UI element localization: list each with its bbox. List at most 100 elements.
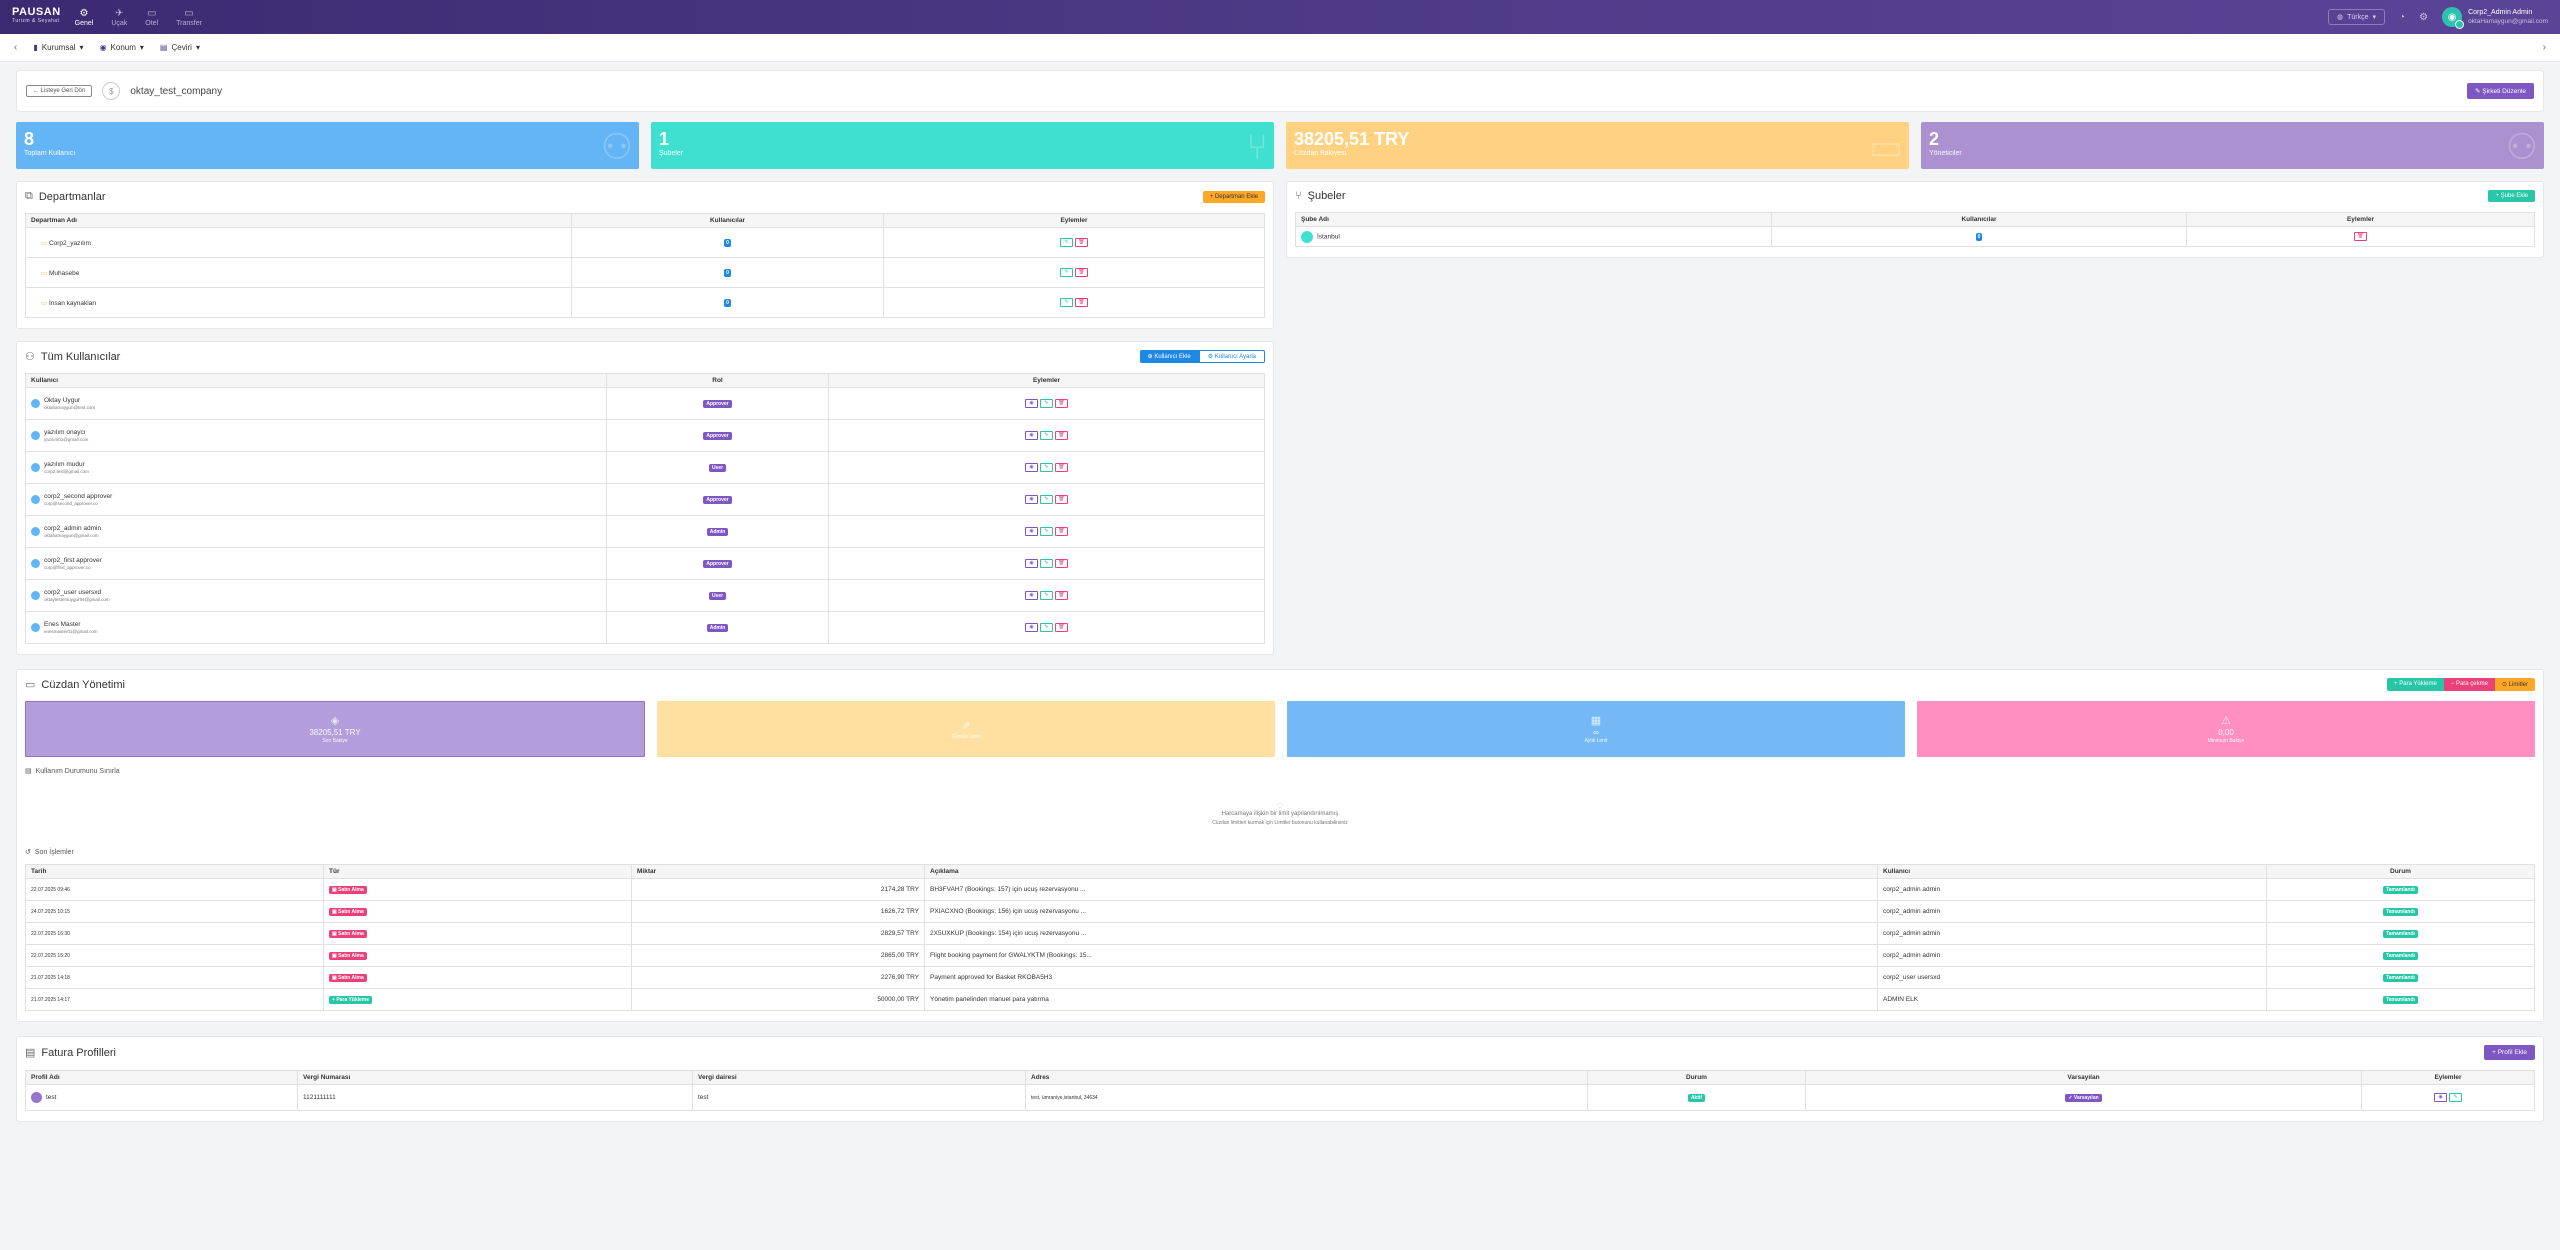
role-cell: Admin: [606, 515, 829, 548]
edit-button[interactable]: ✎: [2449, 1093, 2462, 1102]
nav-item-genel[interactable]: ⚙ Genel: [75, 8, 94, 27]
edit-button[interactable]: ✎: [1040, 431, 1053, 440]
table-row: test 1121111111 test test, ümraniye,istanbu…: [25, 1084, 2535, 1111]
user-menu[interactable]: ◉ Corp2_Admin Admin oktaHamaygun@gmail.co…: [2442, 7, 2548, 29]
edit-button[interactable]: ✎: [1040, 623, 1053, 632]
delete-button[interactable]: 🗑: [1055, 431, 1068, 440]
view-button[interactable]: ◉: [1025, 591, 1038, 600]
role-cell: Approver: [606, 387, 829, 420]
delete-button[interactable]: 🗑: [1055, 463, 1068, 472]
edit-button[interactable]: ✎: [1040, 527, 1053, 536]
delete-button[interactable]: 🗑: [1055, 559, 1068, 568]
type-label: Satın Alma: [338, 952, 364, 959]
menu-kurumsal[interactable]: ▮ Kurumsal ▾: [33, 43, 83, 52]
edit-company-button[interactable]: ✎ Şirketi Düzenle: [2467, 83, 2534, 99]
brand-logo[interactable]: PAUSAN Turizm & Seyahat: [12, 7, 61, 26]
table-row: 22.07.2025 09:46 ▣ Satın Alma 2174,28 TRY B…: [25, 878, 2535, 901]
default-badge: ✓ Varsayılan: [2065, 1093, 2102, 1102]
edit-button[interactable]: ✎: [1040, 495, 1053, 504]
menu-ceviri[interactable]: ▤ Çeviri ▾: [160, 43, 200, 52]
gear-icon: ⚙: [79, 7, 89, 19]
wallet-icon: ▭: [25, 679, 36, 691]
user-cell: corp2_user usersxd: [1877, 966, 2267, 989]
status-badge: Tamamlandı: [2383, 995, 2418, 1004]
delete-button[interactable]: 🗑: [1075, 268, 1088, 277]
arrow-left-icon[interactable]: ‹: [14, 42, 17, 53]
table-row: corp2_admin admin oktahamaygun@gmail.com A…: [25, 515, 1265, 548]
add-profile-button[interactable]: + Profil Ekle: [2484, 1045, 2535, 1060]
column-header: Kullanıcı: [1877, 864, 2267, 879]
empty-message: Harcamaya ilişkin bir limit yapılandırıl…: [1221, 811, 1339, 817]
assign-user-button[interactable]: ⚙ Kullanıcı Ayarla: [1198, 350, 1265, 363]
plane-icon: ✈: [115, 7, 124, 19]
delete-button[interactable]: 🗑: [1075, 298, 1088, 307]
amount-cell: 2829,57 TRY: [631, 922, 925, 945]
nav-item-otel[interactable]: ▭ Otel: [145, 8, 158, 27]
arrow-right-icon[interactable]: ›: [2543, 42, 2546, 53]
edit-button[interactable]: ✎: [1060, 238, 1073, 247]
deposit-button[interactable]: + Para Yükleme: [2387, 678, 2444, 691]
delete-button[interactable]: 🗑: [1055, 527, 1068, 536]
edit-button[interactable]: ✎: [1040, 559, 1053, 568]
tx-date: 21.07.2025 14:18: [31, 974, 70, 981]
date-cell: 22.07.2025 09:46: [25, 878, 324, 901]
bell-icon[interactable]: ◔: [2399, 12, 2405, 23]
add-branch-button[interactable]: + Şube Ekle: [2488, 190, 2535, 202]
user-shield-icon: ⚇: [2505, 126, 2538, 167]
delete-button[interactable]: 🗑: [1055, 495, 1068, 504]
users-icon: ⚇: [25, 351, 35, 363]
delete-button[interactable]: 🗑: [1075, 238, 1088, 247]
view-button[interactable]: ◉: [1025, 527, 1038, 536]
usage-title: Kullanım Durumunu Sınırla: [35, 767, 120, 775]
delete-button[interactable]: 🗑: [2354, 232, 2367, 241]
view-button[interactable]: ◉: [2434, 1093, 2447, 1102]
stat-value: 8: [24, 129, 35, 149]
table-row: 22.07.2025 16:30 ▣ Satın Alma 2829,57 TRY 2…: [25, 922, 2535, 945]
user-name: yazılım mudur: [44, 460, 85, 468]
tx-user: corp2_admin admin: [1883, 930, 1941, 937]
edit-button[interactable]: ✎: [1060, 268, 1073, 277]
tx-user: corp2_user usersxd: [1883, 974, 1941, 981]
status-cell: Tamamlandı: [2266, 878, 2535, 901]
settings-icon[interactable]: ⚙: [2419, 12, 2428, 23]
actions-cell: ◉ ✎ 🗑: [828, 547, 1265, 580]
column-header: Tarih: [25, 864, 324, 879]
user-cell: corp2_admin admin: [1877, 878, 2267, 901]
view-button[interactable]: ◉: [1025, 463, 1038, 472]
edit-button[interactable]: ✎: [1040, 591, 1053, 600]
view-button[interactable]: ◉: [1025, 495, 1038, 504]
tx-date: 22.07.2025 15:20: [31, 952, 70, 959]
add-department-button[interactable]: + Departman Ekle: [1202, 190, 1265, 203]
nav-item-label: Otel: [145, 19, 159, 27]
user-info: corp2_second approver corp@second_approve…: [44, 493, 112, 507]
actions-cell: ◉ ✎ 🗑: [828, 579, 1265, 612]
user-name: corp2_first approver: [44, 556, 102, 564]
user-cog-icon: ⚙: [1207, 354, 1215, 360]
view-button[interactable]: ◉: [1025, 399, 1038, 408]
delete-button[interactable]: 🗑: [1055, 623, 1068, 632]
limits-button[interactable]: ⊙ Limitler: [2494, 678, 2535, 691]
nav-item-uçak[interactable]: ✈ Uçak: [111, 8, 127, 27]
description-cell: Yönetim panelinden manuel para yatırma: [924, 988, 1878, 1011]
amount-cell: 1626,72 TRY: [631, 900, 925, 923]
role-badge: User: [708, 463, 727, 472]
view-button[interactable]: ◉: [1025, 431, 1038, 440]
edit-button[interactable]: ✎: [1040, 399, 1053, 408]
delete-button[interactable]: 🗑: [1055, 591, 1068, 600]
amount-cell: 2174,28 TRY: [631, 878, 925, 901]
tx-user: corp2_admin admin: [1883, 908, 1941, 915]
add-user-button[interactable]: ⊕ Kullanıcı Ekle: [1139, 350, 1199, 363]
view-button[interactable]: ◉: [1025, 559, 1038, 568]
language-select[interactable]: ◍ Türkçe ▾: [2328, 9, 2386, 25]
view-button[interactable]: ◉: [1025, 623, 1038, 632]
translate-icon: ▤: [159, 43, 168, 52]
edit-button[interactable]: ✎: [1060, 298, 1073, 307]
back-to-list-button[interactable]: ← Listeye Geri Dön: [26, 85, 93, 97]
user-name: yazılım onaycı: [44, 428, 86, 436]
edit-button[interactable]: ✎: [1040, 463, 1053, 472]
tx-date: 24.07.2025 10:15: [31, 908, 70, 915]
withdraw-button[interactable]: − Para çekme: [2443, 678, 2495, 691]
nav-item-transfer[interactable]: ▭ Transfer: [176, 8, 202, 27]
menu-konum[interactable]: ◉ Konum ▾: [100, 43, 144, 52]
delete-button[interactable]: 🗑: [1055, 399, 1068, 408]
